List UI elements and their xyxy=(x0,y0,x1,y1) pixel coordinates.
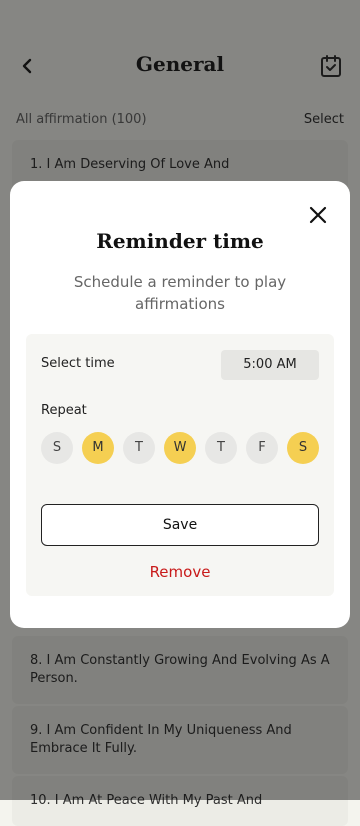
reminder-modal: Reminder time Schedule a reminder to pla… xyxy=(10,181,350,628)
repeat-label: Repeat xyxy=(41,403,87,418)
day-toggle-friday[interactable]: F xyxy=(246,432,278,464)
modal-subtitle: Schedule a reminder to play affirmations xyxy=(73,273,287,313)
day-toggle-tuesday[interactable]: T xyxy=(123,432,155,464)
save-button[interactable]: Save xyxy=(41,504,319,546)
day-toggle-sunday[interactable]: S xyxy=(41,432,73,464)
day-toggle-saturday[interactable]: S xyxy=(287,432,319,464)
remove-button[interactable]: Remove xyxy=(26,563,334,581)
weekday-selector: S M T W T F S xyxy=(41,432,323,466)
day-toggle-monday[interactable]: M xyxy=(82,432,114,464)
close-icon[interactable] xyxy=(306,203,330,227)
time-picker[interactable]: 5:00 AM xyxy=(221,350,319,380)
day-toggle-wednesday[interactable]: W xyxy=(164,432,196,464)
select-time-label: Select time xyxy=(41,356,115,371)
day-toggle-thursday[interactable]: T xyxy=(205,432,237,464)
modal-title: Reminder time xyxy=(96,229,264,253)
reminder-settings-panel: Select time 5:00 AM Repeat S M T W T F S… xyxy=(26,334,334,596)
